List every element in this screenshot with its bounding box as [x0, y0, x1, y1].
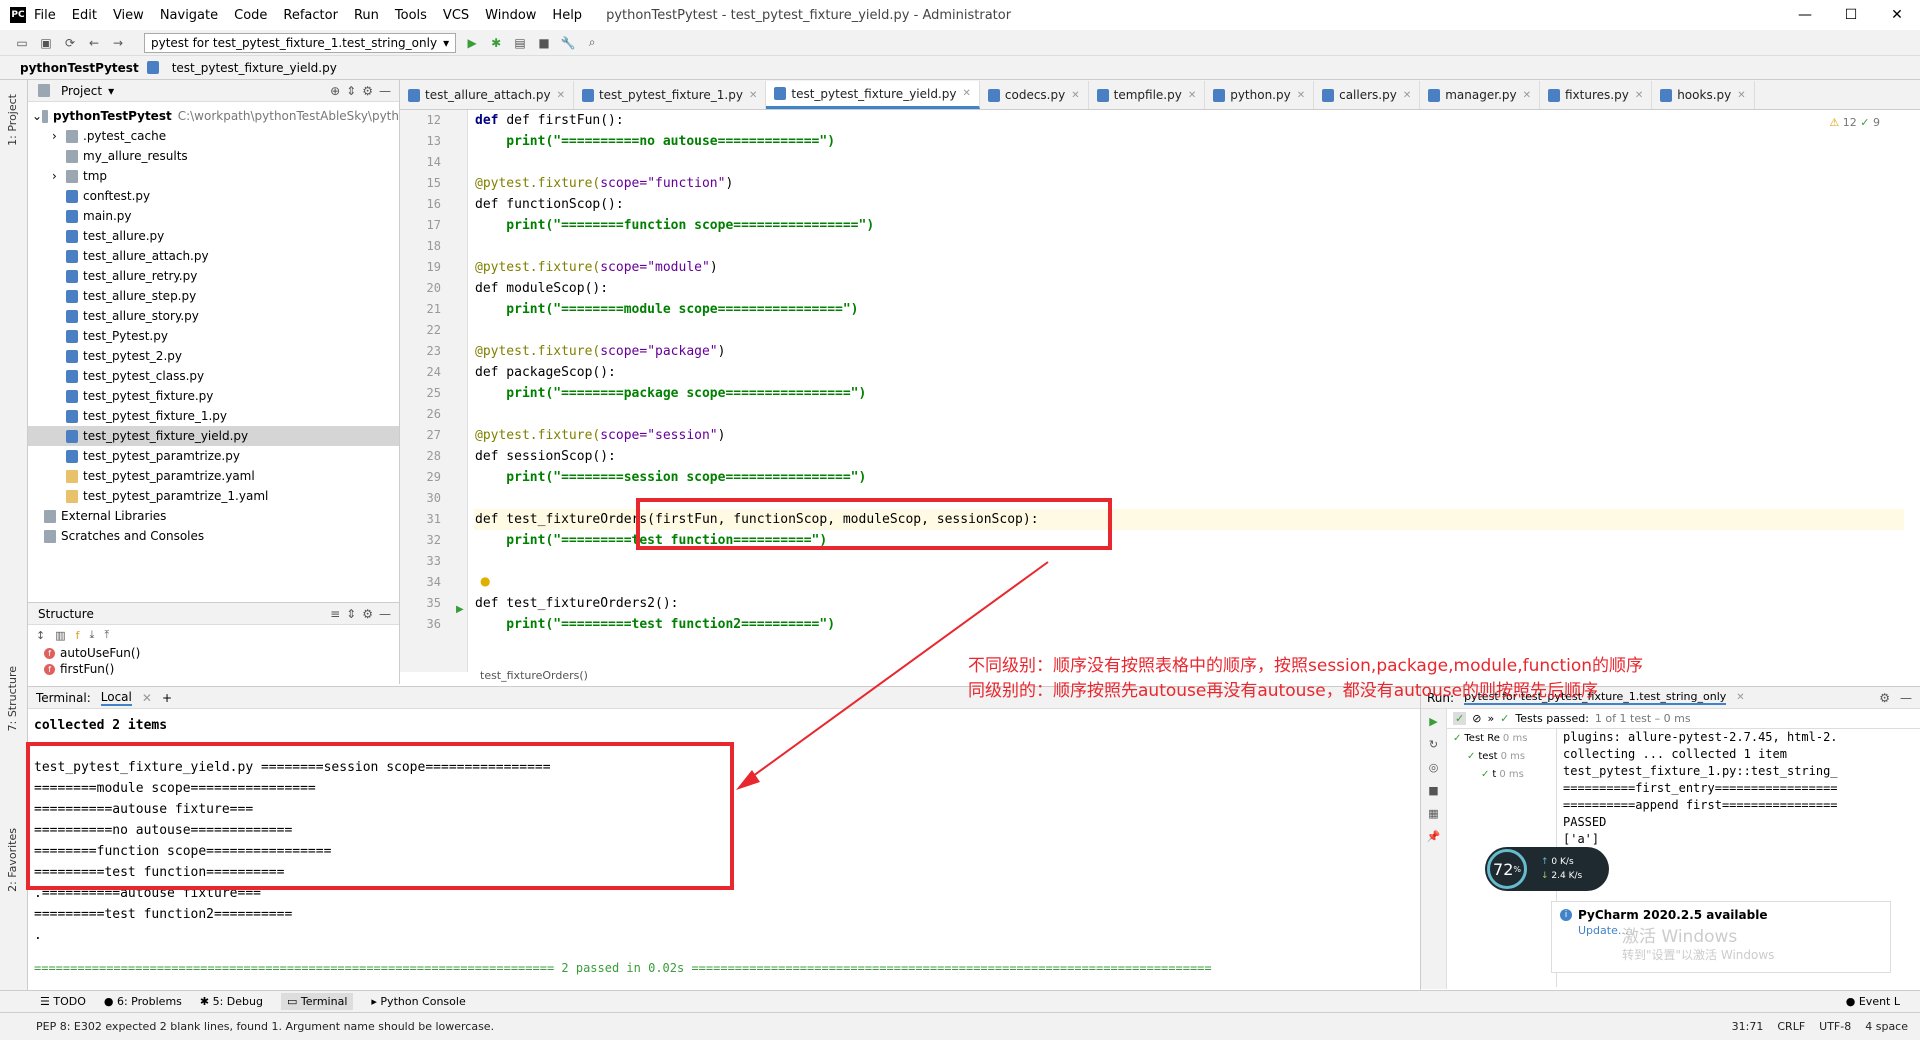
line-separator[interactable]: CRLF — [1777, 1020, 1805, 1033]
status-bar: PEP 8: E302 expected 2 blank lines, foun… — [0, 1012, 1920, 1040]
annotation-text: 不同级别：顺序没有按照表格中的顺序，按照session,package,modu… — [968, 654, 1643, 704]
problems-tab[interactable]: ● 6: Problems — [104, 995, 182, 1008]
python-console-tab[interactable]: ▸ Python Console — [371, 995, 465, 1008]
annotation-arrow — [736, 561, 1049, 790]
debug-tab[interactable]: ✱ 5: Debug — [200, 995, 263, 1008]
event-log-tab[interactable]: ● Event L — [1846, 995, 1900, 1008]
event-label: Event L — [1858, 995, 1900, 1008]
todo-label: TODO — [53, 995, 86, 1008]
problems-label: 6: Problems — [116, 995, 182, 1008]
annotation-line-1: 不同级别：顺序没有按照表格中的顺序，按照session,package,modu… — [968, 656, 1644, 676]
console-label: Python Console — [380, 995, 466, 1008]
cursor-position[interactable]: 31:71 — [1732, 1020, 1764, 1033]
terminal-tab-label: Terminal — [300, 995, 348, 1008]
debug-label: 5: Debug — [212, 995, 263, 1008]
bottom-tool-tabs: ☰ TODO ● 6: Problems ✱ 5: Debug ▭ Termin… — [0, 990, 1920, 1012]
terminal-tab[interactable]: ▭ Terminal — [281, 993, 354, 1010]
indent-setting[interactable]: 4 space — [1865, 1020, 1908, 1033]
file-encoding[interactable]: UTF-8 — [1819, 1020, 1851, 1033]
todo-tab[interactable]: ☰ TODO — [40, 995, 86, 1008]
status-message[interactable]: PEP 8: E302 expected 2 blank lines, foun… — [36, 1020, 494, 1033]
annotation-line-2: 同级别的：顺序按照先autouse再没有autouse，都没有autouse的则… — [968, 681, 1599, 701]
